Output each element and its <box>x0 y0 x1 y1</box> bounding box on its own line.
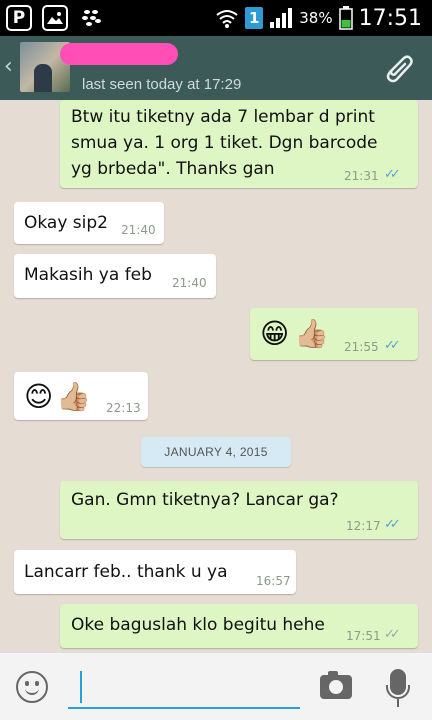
message-bubble-outgoing[interactable]: Oke baguslah klo begitu hehe 17:51 ✓✓ <box>60 604 418 648</box>
battery-percent: 38% <box>299 9 333 27</box>
message-time: 21:40 <box>121 223 156 237</box>
message-bubble-outgoing[interactable]: Btw itu tiketny ada 7 lembar d print smu… <box>60 100 418 188</box>
message-time: 21:40 <box>172 276 207 290</box>
delivered-receipt-icon: ✓✓ <box>384 627 401 642</box>
message-bubble-incoming[interactable]: 😊 👍🏼 22:13 <box>14 372 148 420</box>
compose-bar <box>0 652 432 720</box>
message-text: Okay sip2 <box>24 213 108 233</box>
bbm-icon <box>78 5 104 31</box>
conversation-header[interactable]: ‹ last seen today at 17:29 <box>0 36 432 100</box>
message-line: yg brbeda". Thanks gan <box>71 159 275 179</box>
message-text: Gan. Gmn tiketnya? Lancar ga? <box>71 490 339 510</box>
message-line: smua ya. 1 org 1 tiket. Dgn barcode <box>71 133 378 153</box>
clock: 17:51 <box>358 5 422 31</box>
signal-icon <box>270 8 293 28</box>
battery-icon <box>338 6 353 30</box>
date-divider: JANUARY 4, 2015 <box>141 437 291 467</box>
message-bubble-outgoing[interactable]: Gan. Gmn tiketnya? Lancar ga? 12:17 ✓✓ <box>60 481 418 539</box>
paperclip-icon[interactable] <box>380 50 416 86</box>
last-seen-status: last seen today at 17:29 <box>82 76 242 93</box>
message-list[interactable]: Btw itu tiketny ada 7 lembar d print smu… <box>0 100 432 652</box>
message-bubble-incoming[interactable]: Makasih ya feb 21:40 <box>14 254 216 298</box>
text-caret <box>80 671 82 703</box>
gallery-icon <box>42 5 68 31</box>
message-time: 16:57 <box>256 574 291 588</box>
message-text: Oke baguslah klo begitu hehe <box>71 615 325 635</box>
message-text: Makasih ya feb <box>24 265 152 285</box>
thumbs-up-icon: 👍🏼 <box>56 380 91 413</box>
thumbs-up-icon: 👍🏼 <box>294 317 329 350</box>
read-receipt-icon: ✓✓ <box>384 338 401 353</box>
message-line: Btw itu tiketny ada 7 lembar d print <box>71 107 375 127</box>
camera-icon[interactable] <box>320 671 352 699</box>
message-bubble-incoming[interactable]: Okay sip2 21:40 <box>14 202 164 244</box>
message-text: Lancarr feb.. thank u ya <box>24 562 228 582</box>
wifi-icon <box>216 10 238 28</box>
pinterest-icon: P <box>6 5 32 31</box>
smiley-icon[interactable] <box>16 671 48 703</box>
message-time: 12:17 <box>346 519 381 533</box>
microphone-stand <box>386 685 410 699</box>
grinning-face-icon: 😁 <box>260 317 290 350</box>
message-time: 17:51 <box>346 629 381 643</box>
read-receipt-icon: ✓✓ <box>384 517 401 532</box>
message-input[interactable] <box>68 665 300 709</box>
smiling-face-icon: 😊 <box>24 380 54 413</box>
sim-indicator: 1 <box>245 7 264 29</box>
message-bubble-incoming[interactable]: Lancarr feb.. thank u ya 16:57 <box>14 550 296 594</box>
read-receipt-icon: ✓✓ <box>384 167 401 182</box>
message-time: 21:55 <box>344 340 379 354</box>
message-time: 21:31 <box>344 169 379 183</box>
message-bubble-outgoing[interactable]: 😁 👍🏼 21:55 ✓✓ <box>250 308 418 360</box>
contact-name-redaction <box>60 43 178 65</box>
message-time: 22:13 <box>106 401 141 415</box>
microphone-base <box>397 699 399 707</box>
message-text: Btw itu tiketny ada 7 lembar d print smu… <box>71 104 377 182</box>
status-bar: P 1 38% 17:51 <box>0 0 432 36</box>
chevron-left-icon[interactable]: ‹ <box>4 54 13 79</box>
